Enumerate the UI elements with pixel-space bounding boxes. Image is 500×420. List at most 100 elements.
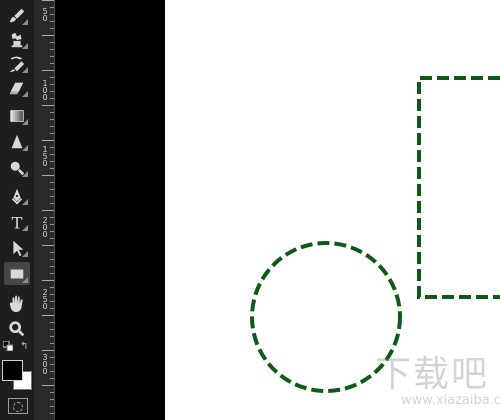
ruler-tick bbox=[50, 322, 54, 323]
ruler-tick bbox=[50, 301, 54, 302]
brush-tool[interactable] bbox=[4, 4, 30, 27]
ruler-tick bbox=[42, 35, 54, 36]
ruler-tick bbox=[50, 231, 54, 232]
history-brush-tool[interactable] bbox=[4, 52, 30, 75]
document-canvas[interactable] bbox=[165, 0, 500, 420]
ruler-tick bbox=[50, 189, 54, 190]
ruler-tick bbox=[50, 49, 54, 50]
color-swatches bbox=[2, 360, 33, 391]
ruler-tick bbox=[42, 245, 54, 246]
ruler-tick bbox=[50, 112, 54, 113]
path-selection-tool[interactable] bbox=[4, 236, 30, 259]
ruler-tick bbox=[50, 259, 54, 260]
ruler-tick bbox=[50, 21, 54, 22]
ruler-tick bbox=[50, 266, 54, 267]
ruler-tick bbox=[50, 399, 54, 400]
ruler-tick bbox=[42, 350, 54, 351]
ruler-tick bbox=[50, 343, 54, 344]
eraser-tool[interactable] bbox=[4, 76, 30, 99]
clone-stamp-tool[interactable] bbox=[4, 28, 30, 51]
ruler-tick bbox=[42, 70, 54, 71]
dashed-rectangle-shape[interactable] bbox=[417, 76, 500, 299]
ruler-tick bbox=[50, 336, 54, 337]
ruler-tick bbox=[50, 98, 54, 99]
ruler-label: 1 5 0 bbox=[42, 145, 48, 168]
ruler-tick bbox=[50, 77, 54, 78]
type-tool[interactable]: T bbox=[4, 210, 30, 233]
ruler-tick bbox=[50, 371, 54, 372]
ruler-tick bbox=[50, 84, 54, 85]
ruler-tick bbox=[50, 294, 54, 295]
ruler-tick bbox=[50, 224, 54, 225]
ruler-tick bbox=[42, 315, 54, 316]
tool-menu-indicator bbox=[22, 251, 28, 257]
ruler-tick bbox=[50, 42, 54, 43]
ruler-tick bbox=[50, 182, 54, 183]
ruler-tick bbox=[50, 28, 54, 29]
ruler-tick bbox=[50, 56, 54, 57]
ruler-tick bbox=[50, 91, 54, 92]
photoshop-workspace: T ↰ 5 0 1 0 0 1 5 0 2 0 0 2 5 0 3 0 0 下载… bbox=[0, 0, 500, 420]
color-controls: ↰ bbox=[3, 341, 31, 356]
gradient-tool[interactable] bbox=[4, 104, 30, 127]
tool-menu-indicator bbox=[22, 171, 28, 177]
ruler-tick bbox=[50, 119, 54, 120]
tool-menu-indicator bbox=[22, 199, 28, 205]
ruler-tick bbox=[50, 133, 54, 134]
hand-icon bbox=[9, 294, 23, 312]
vertical-ruler: 5 0 1 0 0 1 5 0 2 0 0 2 5 0 3 0 0 bbox=[34, 0, 55, 420]
pasteboard bbox=[55, 0, 165, 420]
tool-menu-indicator bbox=[22, 145, 28, 151]
default-colors-icon[interactable] bbox=[3, 341, 13, 351]
ruler-label: 3 0 0 bbox=[42, 353, 48, 376]
ruler-tick bbox=[50, 273, 54, 274]
tool-menu-indicator bbox=[22, 119, 28, 125]
ruler-tick bbox=[50, 203, 54, 204]
tool-menu-indicator bbox=[22, 225, 28, 231]
ruler-tick bbox=[50, 196, 54, 197]
dashed-circle-shape[interactable] bbox=[250, 241, 402, 393]
ruler-tick bbox=[50, 378, 54, 379]
blur-tool[interactable] bbox=[4, 130, 30, 153]
ruler-tick bbox=[50, 406, 54, 407]
ruler-tick bbox=[42, 175, 54, 176]
canvas-shapes bbox=[250, 76, 500, 393]
ruler-tick bbox=[50, 217, 54, 218]
tool-menu-indicator bbox=[22, 67, 28, 73]
svg-text:T: T bbox=[12, 213, 23, 232]
tool-menu-indicator bbox=[22, 43, 28, 49]
ruler-tick bbox=[50, 7, 54, 8]
ruler-tick bbox=[50, 392, 54, 393]
zoom-tool[interactable] bbox=[4, 317, 30, 340]
ruler-tick bbox=[50, 357, 54, 358]
pen-tool[interactable] bbox=[4, 184, 30, 207]
tools-panel: T ↰ bbox=[0, 0, 35, 420]
ruler-tick bbox=[42, 140, 54, 141]
ruler-tick bbox=[50, 287, 54, 288]
tool-menu-indicator bbox=[22, 19, 28, 25]
ruler-tick bbox=[50, 238, 54, 239]
ruler-tick bbox=[50, 168, 54, 169]
ruler-tick bbox=[50, 364, 54, 365]
ruler-tick bbox=[50, 154, 54, 155]
rectangle-tool[interactable] bbox=[4, 262, 30, 285]
ruler-tick bbox=[50, 308, 54, 309]
hand-tool[interactable] bbox=[4, 292, 30, 315]
ruler-tick bbox=[50, 14, 54, 15]
tool-menu-indicator bbox=[22, 277, 28, 283]
ruler-tick bbox=[50, 413, 54, 414]
ruler-tick bbox=[50, 252, 54, 253]
quick-mask-icon[interactable] bbox=[8, 398, 28, 414]
ruler-label: 2 0 0 bbox=[42, 216, 48, 239]
ruler-tick bbox=[50, 161, 54, 162]
ruler-tick bbox=[50, 329, 54, 330]
ruler-tick bbox=[42, 385, 54, 386]
dodge-tool[interactable] bbox=[4, 156, 30, 179]
ruler-tick bbox=[42, 105, 54, 106]
foreground-color-swatch[interactable] bbox=[2, 360, 23, 381]
swap-colors-icon[interactable]: ↰ bbox=[20, 341, 31, 352]
ruler-tick bbox=[50, 147, 54, 148]
ruler-tick bbox=[50, 63, 54, 64]
zoom-icon bbox=[9, 320, 25, 336]
tool-menu-indicator bbox=[22, 91, 28, 97]
